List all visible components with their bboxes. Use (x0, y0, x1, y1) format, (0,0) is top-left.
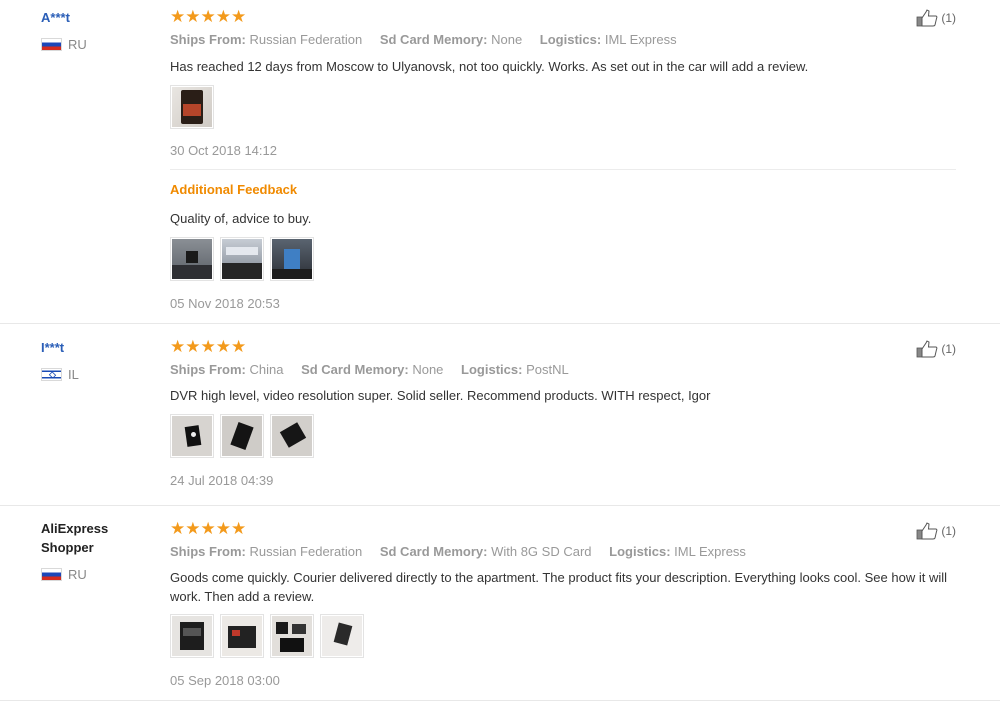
review-photos (170, 85, 214, 129)
review-attributes: Ships From: China Sd Card Memory: None L… (170, 361, 583, 379)
review-date: 05 Sep 2018 03:00 (170, 673, 280, 688)
review-photo-thumbnail[interactable] (270, 614, 314, 658)
review-item: I***t IL ★ ★ ★ ★ ★ Ships From: China Sd Card… (0, 324, 1000, 505)
ships-from-value: Russian Federation (249, 32, 363, 47)
thumbs-up-icon (916, 522, 938, 540)
review-text: DVR high level, video resolution super. … (170, 388, 711, 403)
review-date: 30 Oct 2018 14:12 (170, 143, 277, 158)
additional-feedback-date: 05 Nov 2018 20:53 (170, 296, 280, 311)
star-icon: ★ (231, 7, 247, 27)
sd-card-label: Sd Card Memory: (379, 32, 488, 47)
reviewer-country: RU (41, 36, 87, 52)
logistics-value: PostNL (526, 362, 569, 377)
review-attributes: Ships From: Russian Federation Sd Card M… (170, 543, 760, 561)
country-code: IL (68, 366, 79, 382)
helpful-button[interactable]: (1) (916, 522, 956, 540)
divider (0, 700, 1000, 701)
sd-card-value: With 8G SD Card (491, 544, 592, 559)
reviewer-country: RU (41, 566, 87, 582)
logistics-label: Logistics: (539, 32, 602, 47)
star-icon: ★ (231, 519, 247, 539)
ships-from-value: Russian Federation (249, 544, 363, 559)
star-icon: ★ (185, 519, 201, 539)
reviewer-name[interactable]: A***t (41, 8, 70, 27)
country-code: RU (68, 566, 87, 582)
star-icon: ★ (200, 7, 216, 27)
review-photo-thumbnail[interactable] (320, 614, 364, 658)
review-photo-thumbnail[interactable] (170, 85, 214, 129)
star-icon: ★ (200, 337, 216, 357)
review-photo-thumbnail[interactable] (220, 414, 264, 458)
review-item: AliExpress Shopper RU ★ ★ ★ ★ ★ Ships From: … (0, 506, 1000, 702)
sd-card-value: None (412, 362, 444, 377)
star-rating: ★ ★ ★ ★ ★ (170, 7, 247, 27)
review-photos (170, 614, 364, 658)
ships-from-value: China (249, 362, 284, 377)
sd-card-value: None (491, 32, 523, 47)
sd-card-label: Sd Card Memory: (301, 362, 409, 377)
review-text: Has reached 12 days from Moscow to Ulyan… (170, 59, 809, 74)
review-photo-thumbnail[interactable] (220, 237, 264, 281)
review-photo-thumbnail[interactable] (270, 414, 314, 458)
star-icon: ★ (231, 337, 247, 357)
review-photo-thumbnail[interactable] (270, 237, 314, 281)
country-code: RU (68, 36, 87, 52)
star-icon: ★ (170, 337, 186, 357)
review-photo-thumbnail[interactable] (170, 414, 214, 458)
logistics-label: Logistics: (609, 544, 671, 559)
star-icon: ★ (200, 519, 216, 539)
star-rating: ★ ★ ★ ★ ★ (170, 519, 247, 539)
thumbs-up-icon (916, 9, 938, 27)
reviewer-country: IL (41, 366, 79, 382)
review-item: A***t RU ★ ★ ★ ★ ★ Ships From: Russian Feder… (0, 0, 1000, 323)
divider (170, 169, 956, 170)
star-icon: ★ (215, 7, 231, 27)
helpful-count: (1) (941, 11, 956, 25)
review-photo-thumbnail[interactable] (170, 237, 214, 281)
star-icon: ★ (215, 337, 231, 357)
thumbs-up-icon (916, 340, 938, 358)
star-icon: ★ (215, 519, 231, 539)
helpful-button[interactable]: (1) (916, 340, 956, 358)
star-icon: ★ (185, 7, 201, 27)
review-photo-thumbnail[interactable] (170, 614, 214, 658)
review-photo-thumbnail[interactable] (220, 614, 264, 658)
additional-feedback-photos (170, 237, 314, 281)
helpful-count: (1) (941, 342, 956, 356)
ships-from-label: Ships From: (170, 544, 246, 559)
flag-ru-icon (41, 37, 62, 51)
logistics-value: IML Express (604, 32, 677, 47)
review-text: Goods come quickly. Courier delivered di… (170, 570, 947, 604)
logistics-label: Logistics: (461, 362, 523, 377)
reviewer-name: AliExpress Shopper (41, 521, 109, 555)
star-rating: ★ ★ ★ ★ ★ (170, 337, 247, 357)
star-icon: ★ (170, 519, 186, 539)
review-date: 24 Jul 2018 04:39 (170, 473, 274, 488)
additional-feedback-text: Quality of, advice to buy. (170, 211, 312, 226)
helpful-button[interactable]: (1) (916, 9, 956, 27)
helpful-count: (1) (941, 524, 956, 538)
sd-card-label: Sd Card Memory: (379, 544, 488, 559)
flag-ru-icon (41, 567, 62, 581)
reviewer-name[interactable]: I***t (41, 338, 64, 357)
star-icon: ★ (185, 337, 201, 357)
ships-from-label: Ships From: (170, 362, 246, 377)
review-attributes: Ships From: Russian Federation Sd Card M… (170, 31, 691, 49)
ships-from-label: Ships From: (170, 32, 246, 47)
additional-feedback-label: Additional Feedback (170, 182, 298, 197)
review-photos (170, 414, 314, 458)
flag-il-icon (41, 367, 62, 381)
logistics-value: IML Express (674, 544, 746, 559)
star-icon: ★ (170, 7, 186, 27)
